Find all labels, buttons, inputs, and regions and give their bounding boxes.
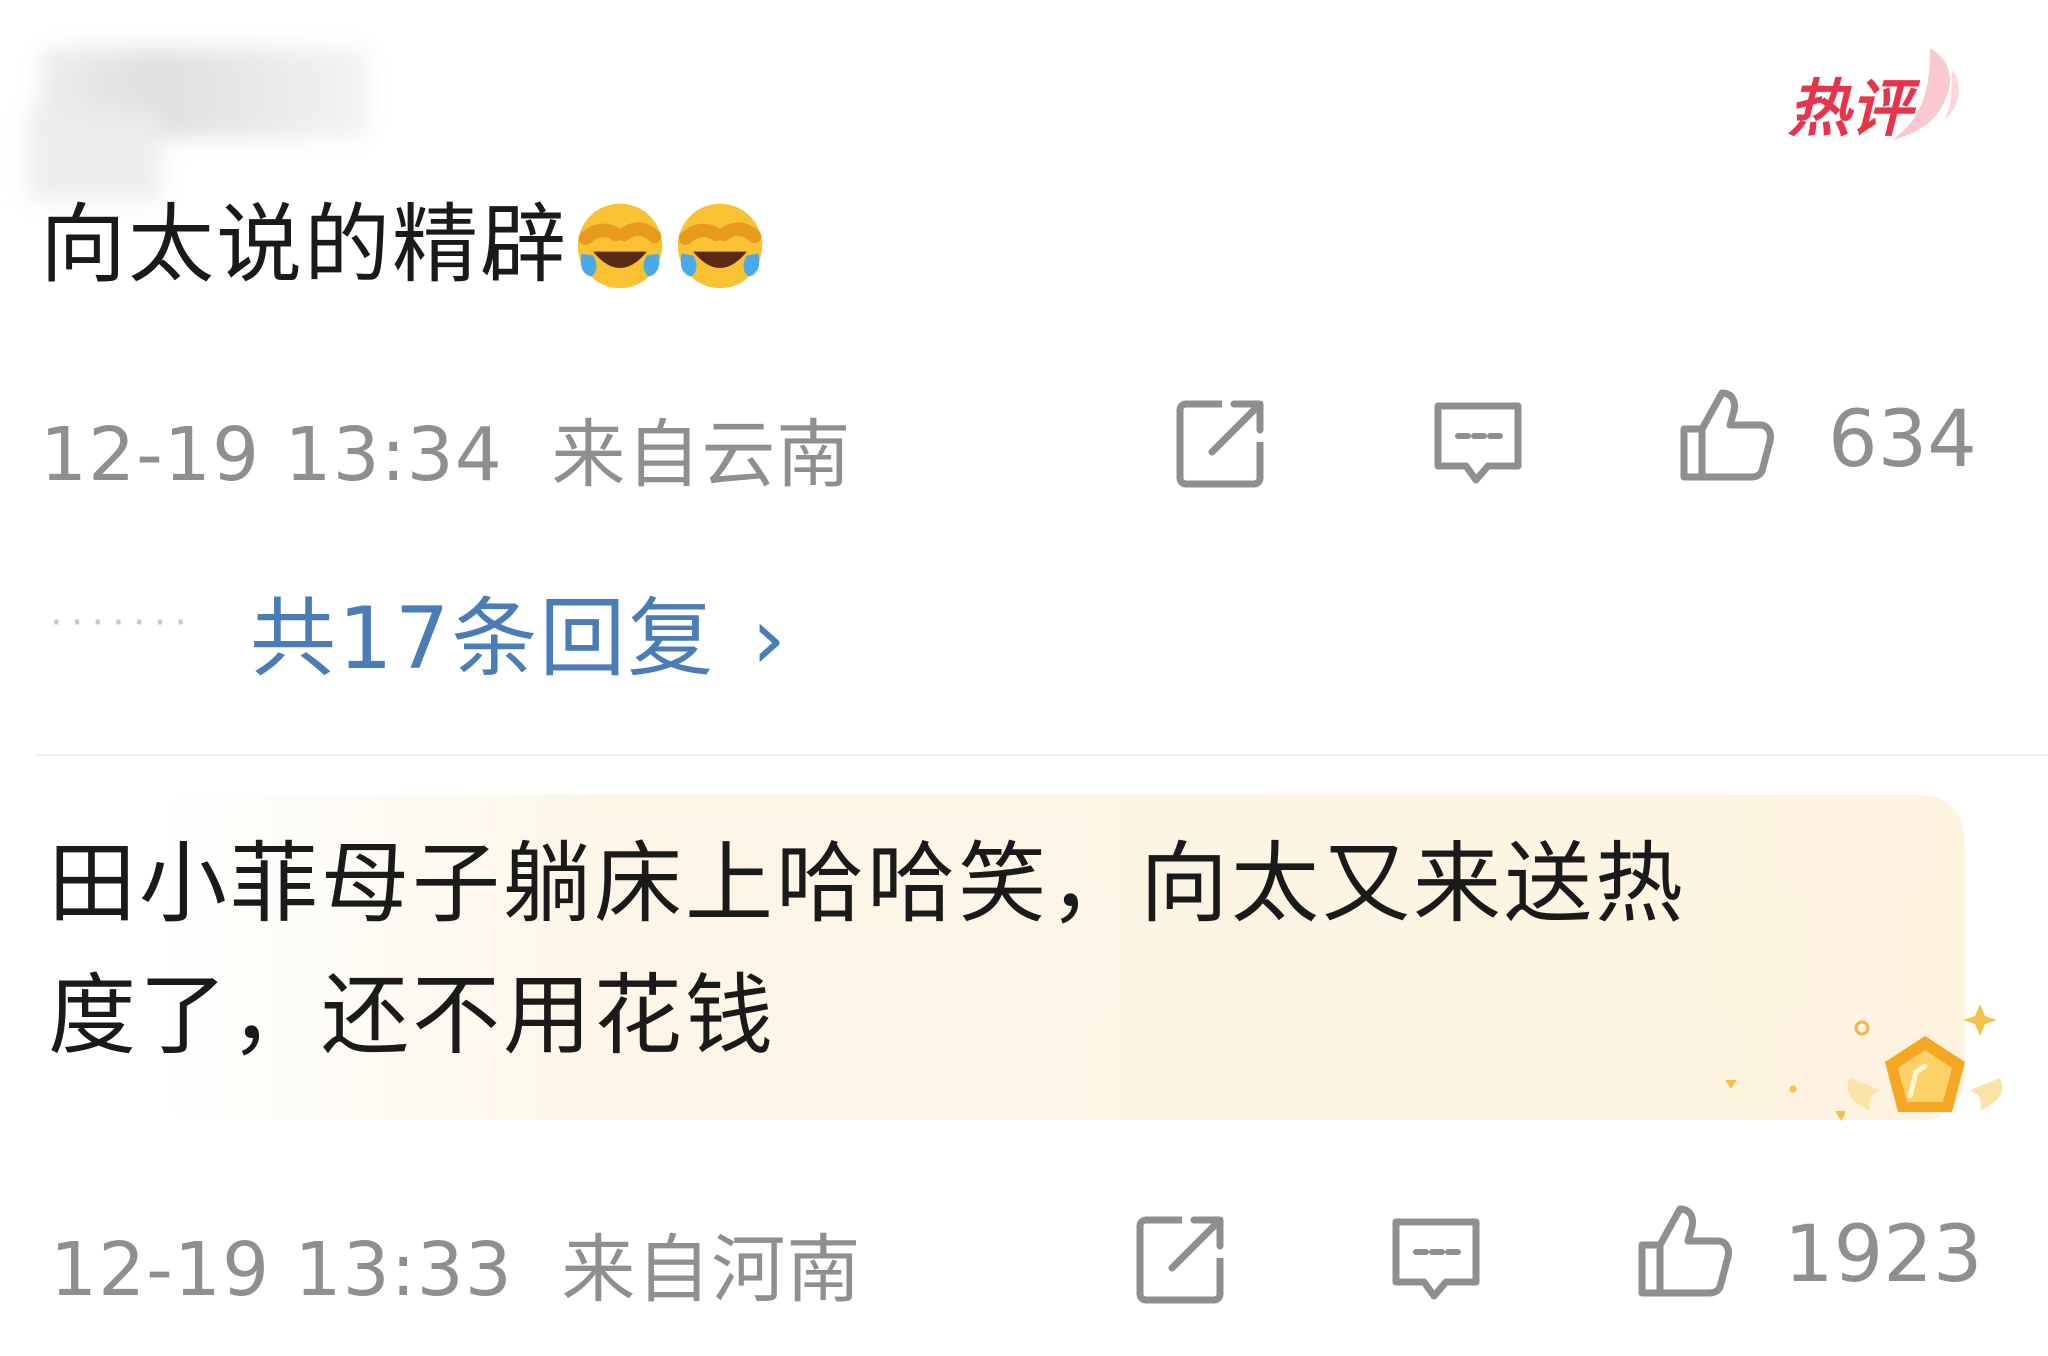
like-icon[interactable]: [1676, 385, 1776, 485]
hot-badge-label: 热评: [1788, 72, 1921, 145]
comment-text: 向太说的精辟: [40, 190, 768, 300]
view-replies-link[interactable]: 共17条回复 ›: [250, 568, 788, 693]
comment-meta: 12-19 13:33 来自河南: [50, 1210, 861, 1317]
blurred-avatar: [30, 110, 160, 200]
like-count: 634: [1828, 395, 1977, 485]
comment-time: 12-19 13:33: [50, 1227, 513, 1313]
divider: [36, 754, 2048, 756]
replies-label: 共17条回复: [250, 589, 716, 689]
medal-icon: [1847, 1004, 2003, 1112]
comment-location: 来自云南: [551, 412, 852, 498]
like-count: 1923: [1784, 1210, 1983, 1300]
reply-dots: ·······: [50, 600, 196, 646]
sparkle-decoration-icon: [1725, 1080, 1845, 1121]
comment-time: 12-19 13:34: [40, 412, 503, 498]
comment-icon[interactable]: [1386, 1208, 1486, 1308]
share-icon[interactable]: [1132, 1208, 1232, 1308]
comment-location: 来自河南: [561, 1227, 862, 1313]
hot-comment-badge: 热评: [1788, 48, 1960, 145]
comment-meta: 12-19 13:34 来自云南: [40, 395, 851, 502]
comment-text: 田小菲母子躺床上哈哈笑，向太又来送热 度了，还不用花钱: [48, 832, 1687, 1067]
laugh-cry-emoji-icon: [677, 203, 763, 289]
like-icon[interactable]: [1634, 1201, 1734, 1301]
laugh-cry-emoji-icon: [577, 203, 663, 289]
chevron-right-icon: ›: [751, 589, 788, 689]
share-icon[interactable]: [1172, 392, 1272, 492]
comment-icon[interactable]: [1428, 392, 1528, 492]
